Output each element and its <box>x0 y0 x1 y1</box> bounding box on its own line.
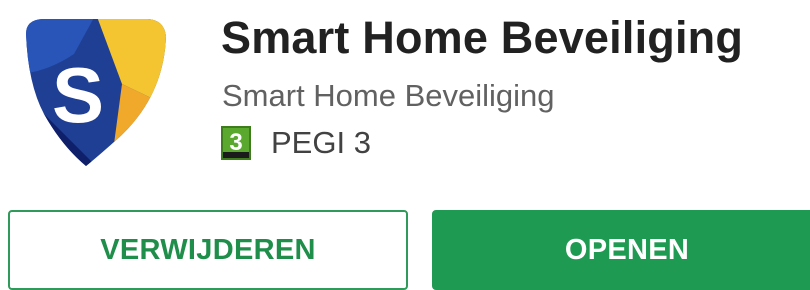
rating-label: PEGI 3 <box>271 125 371 160</box>
developer-link[interactable]: Smart Home Beveiliging <box>222 78 555 114</box>
svg-text:S: S <box>52 51 104 139</box>
pegi-rating-icon: 3 <box>221 126 251 160</box>
shield-s-logo-icon: S <box>14 14 174 174</box>
pegi-badge-number: 3 <box>229 129 243 156</box>
uninstall-button[interactable]: VERWIJDEREN <box>8 210 408 290</box>
open-button[interactable]: OPENEN <box>432 210 810 290</box>
content-rating: 3 PEGI 3 <box>221 125 371 161</box>
app-header: S Smart Home Beveiliging Smart Home Beve… <box>0 0 810 290</box>
app-title: Smart Home Beveiliging <box>221 12 744 63</box>
